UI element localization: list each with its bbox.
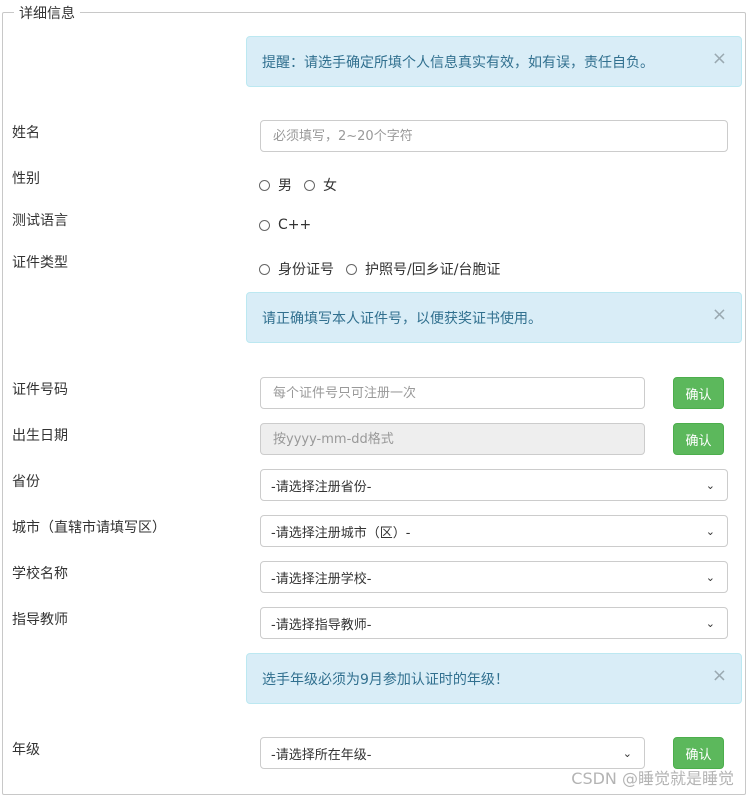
radio-button[interactable]: [304, 179, 315, 191]
radio-button[interactable]: [259, 219, 270, 231]
id-type-radio-group: 身份证号 护照号/回乡证/台胞证: [259, 259, 512, 279]
fieldset-legend: 详细信息: [14, 3, 80, 23]
chevron-down-icon: ⌄: [705, 570, 715, 584]
name-input[interactable]: [260, 120, 728, 152]
birth-date-label: 出生日期: [12, 428, 68, 444]
chevron-down-icon: ⌄: [705, 616, 715, 630]
province-select[interactable]: -请选择注册省份- ⌄: [260, 469, 728, 501]
school-select[interactable]: -请选择注册学校- ⌄: [260, 561, 728, 593]
gender-radio-group: 男 女: [259, 175, 349, 195]
id-number-confirm-button[interactable]: 确认: [673, 377, 724, 409]
id-number-label: 证件号码: [12, 382, 68, 398]
chevron-down-icon: ⌄: [705, 478, 715, 492]
radio-button[interactable]: [346, 263, 357, 275]
close-icon[interactable]: ×: [712, 305, 727, 325]
province-label: 省份: [12, 474, 40, 490]
birth-date-confirm-button[interactable]: 确认: [673, 423, 724, 455]
language-label: 测试语言: [12, 213, 68, 229]
gender-label: 性别: [12, 171, 40, 187]
watermark: CSDN @睡觉就是睡觉: [571, 769, 734, 788]
city-label: 城市（直辖市请填写区）: [12, 520, 166, 536]
radio-button[interactable]: [259, 179, 270, 191]
alert-text: 请正确填写本人证件号，以便获奖证书使用。: [262, 310, 542, 327]
gender-option-female[interactable]: 女: [304, 175, 337, 195]
birth-date-input[interactable]: [260, 423, 645, 455]
info-alert-grade: 选手年级必须为9月参加认证时的年级！ ×: [246, 653, 742, 704]
school-label: 学校名称: [12, 566, 68, 582]
chevron-down-icon: ⌄: [622, 746, 632, 760]
gender-option-male[interactable]: 男: [259, 175, 292, 195]
alert-text: 提醒：请选手确定所填个人信息真实有效，如有误，责任自负。: [262, 54, 654, 71]
grade-label: 年级: [12, 742, 40, 758]
name-label: 姓名: [12, 125, 40, 141]
language-radio-group: C++: [259, 217, 323, 233]
alert-text: 选手年级必须为9月参加认证时的年级！: [262, 671, 509, 688]
info-alert-id: 请正确填写本人证件号，以便获奖证书使用。 ×: [246, 292, 742, 343]
close-icon[interactable]: ×: [712, 49, 727, 69]
language-option-cpp[interactable]: C++: [259, 217, 311, 233]
id-number-input[interactable]: [260, 377, 645, 409]
radio-button[interactable]: [259, 263, 270, 275]
id-type-option-passport[interactable]: 护照号/回乡证/台胞证: [346, 259, 500, 279]
id-type-label: 证件类型: [12, 255, 68, 271]
city-select[interactable]: -请选择注册城市（区）- ⌄: [260, 515, 728, 547]
chevron-down-icon: ⌄: [705, 524, 715, 538]
teacher-select[interactable]: -请选择指导教师- ⌄: [260, 607, 728, 639]
close-icon[interactable]: ×: [712, 666, 727, 686]
id-type-option-id-card[interactable]: 身份证号: [259, 259, 334, 279]
teacher-label: 指导教师: [12, 612, 68, 628]
info-alert-reminder: 提醒：请选手确定所填个人信息真实有效，如有误，责任自负。 ×: [246, 36, 742, 87]
